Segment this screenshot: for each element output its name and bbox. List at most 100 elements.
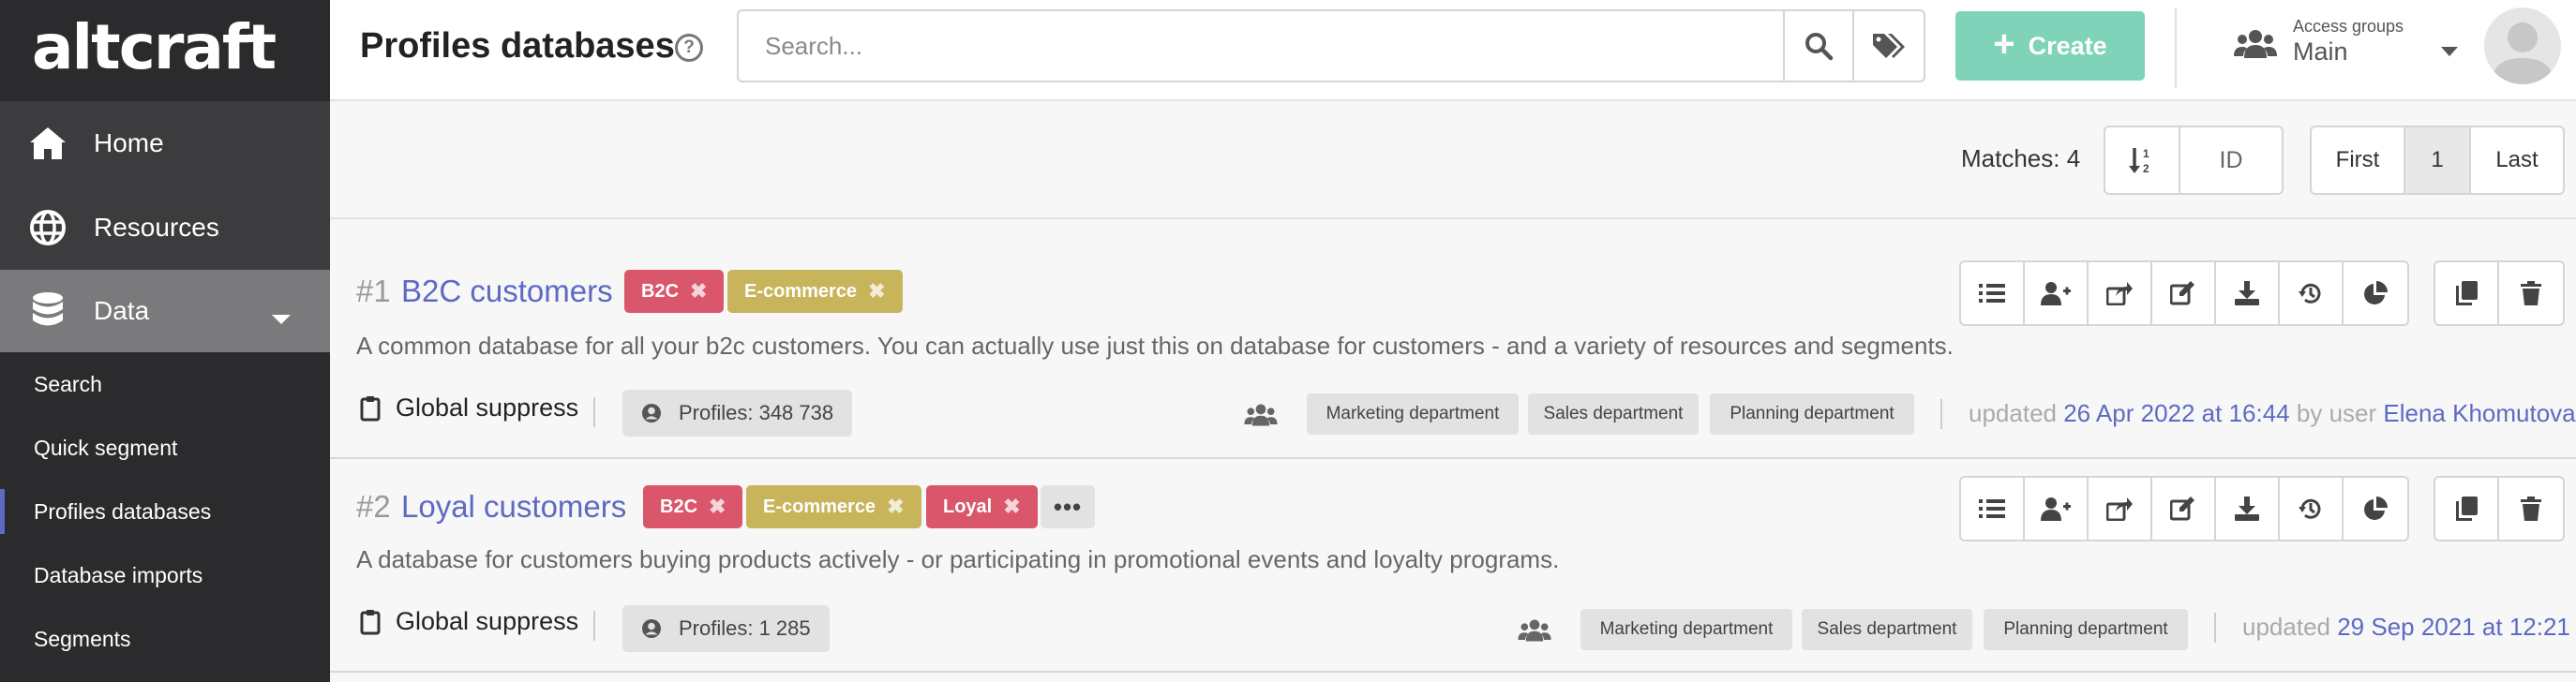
access-groups-value: Main — [2293, 37, 2348, 66]
tag-b2c[interactable]: B2C ✖ — [624, 270, 725, 313]
global-suppress[interactable]: Global suppress — [360, 607, 578, 636]
database-description: A database for customers buying products… — [356, 545, 1560, 573]
help-icon[interactable]: ? — [675, 34, 703, 62]
header: Profiles databases ? + Create — [330, 0, 2576, 101]
edit-button[interactable] — [2152, 478, 2216, 540]
copy-button[interactable] — [2435, 478, 2499, 540]
sidebar-item-segments[interactable]: Segments — [0, 607, 330, 671]
sidebar-item-database-imports[interactable]: Database imports — [0, 543, 330, 607]
history-button[interactable] — [2280, 262, 2344, 324]
pie-chart-icon — [2364, 497, 2388, 520]
database-title-link[interactable]: Loyal customers — [401, 489, 626, 525]
list-icon — [1979, 499, 2005, 518]
copy-button[interactable] — [2435, 262, 2499, 324]
profiles-count-badge[interactable]: Profiles: 1 285 — [622, 605, 830, 652]
remove-tag-icon[interactable]: ✖ — [1003, 495, 1020, 519]
remove-tag-icon[interactable]: ✖ — [709, 495, 726, 519]
users-group-icon — [2234, 30, 2277, 58]
edit-button[interactable] — [2152, 262, 2216, 324]
list-toolbar: Matches: 4 1 2 ID First 1 Last — [330, 103, 2576, 219]
create-button[interactable]: + Create — [1955, 11, 2145, 81]
altcraft-logo[interactable]: altcraft — [32, 17, 277, 79]
sidebar-item-quick-segment[interactable]: Quick segment — [0, 416, 330, 480]
tag-e-commerce[interactable]: E-commerce ✖ — [746, 485, 921, 528]
sort-field-select[interactable]: ID — [2180, 127, 2282, 193]
page-title: Profiles databases — [360, 26, 675, 66]
delete-button[interactable] — [2499, 478, 2563, 540]
add-profile-button[interactable] — [2025, 262, 2089, 324]
tags-filter-button[interactable] — [1852, 9, 1925, 82]
sort-direction-button[interactable]: 1 2 — [2105, 127, 2180, 193]
sidebar-item-resources[interactable]: Resources — [0, 185, 330, 270]
divider — [593, 611, 595, 641]
profiles-count: Profiles: 1 285 — [679, 616, 811, 640]
sidebar-item-label: Data — [94, 296, 150, 325]
share-icon — [2106, 282, 2133, 305]
search-input[interactable] — [739, 11, 1783, 81]
sidebar-item-data[interactable]: Data — [0, 270, 330, 352]
profiles-list-button[interactable] — [1961, 478, 2025, 540]
tag-e-commerce[interactable]: E-commerce ✖ — [727, 270, 903, 313]
department-badge: Planning department — [1710, 393, 1914, 435]
download-button[interactable] — [2216, 478, 2280, 540]
profiles-count: Profiles: 348 738 — [679, 401, 834, 424]
updated-by-label: by user — [2296, 399, 2377, 427]
svg-text:2: 2 — [2143, 162, 2149, 175]
edit-icon — [2170, 281, 2194, 305]
database-title-link[interactable]: B2C customers — [401, 274, 613, 309]
edit-icon — [2170, 497, 2194, 521]
remove-tag-icon[interactable]: ✖ — [887, 495, 904, 519]
delete-button[interactable] — [2499, 262, 2563, 324]
updated-label: updated — [1969, 399, 2057, 427]
history-icon — [2299, 283, 2321, 304]
user-plus-icon — [2041, 282, 2071, 305]
database-description: A common database for all your b2c custo… — [356, 332, 1954, 360]
tag-loyal[interactable]: Loyal ✖ — [926, 485, 1038, 528]
matches-count: Matches: 4 — [1961, 144, 2081, 172]
statistics-button[interactable] — [2344, 478, 2407, 540]
more-tags-button[interactable]: ••• — [1041, 485, 1095, 528]
trash-icon — [2521, 497, 2541, 521]
database-number: #2 — [356, 489, 391, 524]
add-profile-button[interactable] — [2025, 478, 2089, 540]
pager-first-button[interactable]: First — [2312, 127, 2405, 193]
sidebar-item-search[interactable]: Search — [0, 352, 330, 416]
avatar[interactable] — [2484, 7, 2561, 84]
globe-icon — [30, 210, 66, 245]
remove-tag-icon[interactable]: ✖ — [690, 279, 707, 304]
profiles-count-badge[interactable]: Profiles: 348 738 — [622, 390, 853, 437]
home-icon — [30, 127, 66, 159]
tag-label: B2C — [641, 280, 680, 302]
updated-date: 29 Sep 2021 at 12:21 — [2337, 613, 2570, 641]
download-button[interactable] — [2216, 262, 2280, 324]
access-groups-select[interactable]: Access groups Main — [2233, 13, 2458, 79]
tag-b2c[interactable]: B2C ✖ — [643, 485, 743, 528]
sidebar-item-home[interactable]: Home — [0, 101, 330, 185]
plus-icon: + — [1993, 23, 2015, 65]
export-button[interactable] — [2089, 262, 2152, 324]
database-extra-actions — [2434, 476, 2565, 541]
search-button[interactable] — [1783, 9, 1854, 82]
history-button[interactable] — [2280, 478, 2344, 540]
global-suppress[interactable]: Global suppress — [360, 393, 578, 423]
share-icon — [2106, 497, 2133, 521]
tags-icon — [1873, 34, 1905, 58]
users-group-icon — [1518, 619, 1551, 642]
updated-user-link[interactable]: Elena Khomutova — [2383, 399, 2575, 427]
pager-last-button[interactable]: Last — [2471, 127, 2563, 193]
remove-tag-icon[interactable]: ✖ — [868, 279, 885, 304]
chevron-down-icon — [272, 315, 291, 324]
svg-text:1: 1 — [2143, 147, 2149, 160]
pager-page-button[interactable]: 1 — [2405, 127, 2471, 193]
sort-control: 1 2 ID — [2104, 126, 2284, 195]
department-badge: Sales department — [1528, 393, 1699, 435]
statistics-button[interactable] — [2344, 262, 2407, 324]
department-badge: Marketing department — [1307, 393, 1519, 435]
sidebar-item-profiles-databases[interactable]: Profiles databases — [0, 480, 330, 543]
profiles-list-button[interactable] — [1961, 262, 2025, 324]
sidebar-item-label: Resources — [94, 213, 219, 242]
updated-label: updated — [2242, 613, 2330, 641]
chevron-down-icon — [2441, 47, 2458, 56]
export-button[interactable] — [2089, 478, 2152, 540]
user-avatar-icon — [2492, 22, 2554, 84]
